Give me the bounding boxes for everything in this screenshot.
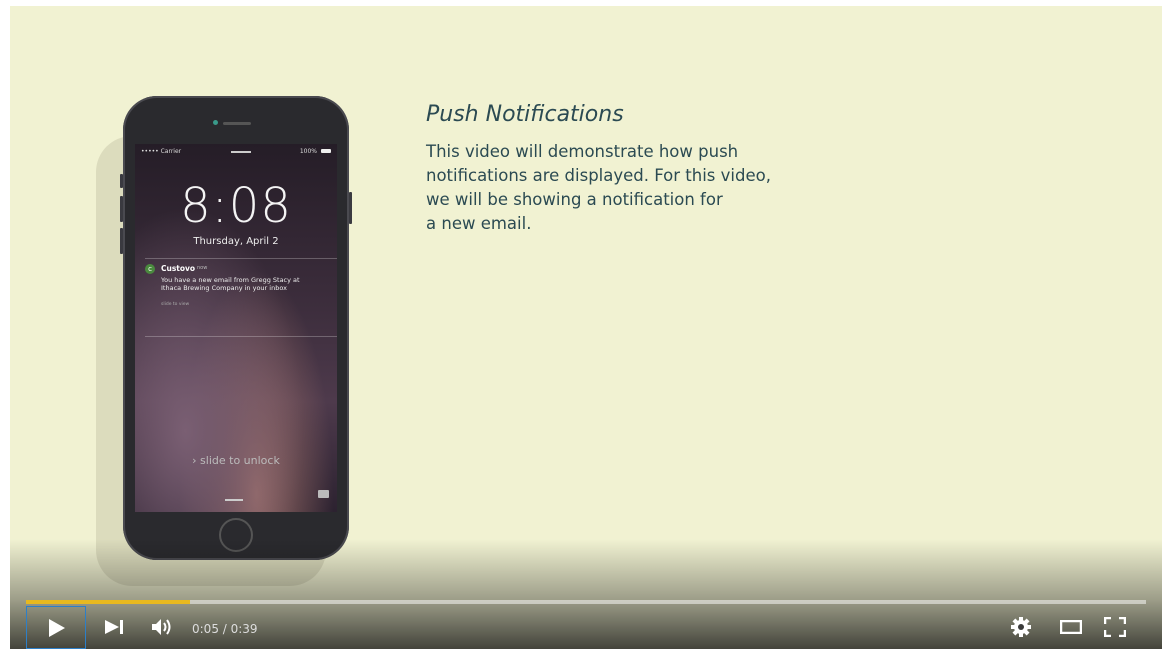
lock-date: Thursday, April 2 [193, 236, 279, 247]
progress-played [26, 600, 190, 604]
battery-label: 100% [299, 148, 317, 155]
notification-body: You have a new email from Gregg Stacy at… [161, 276, 300, 292]
slide-body: This video will demonstrate how push not… [426, 142, 771, 233]
phone-side-button [349, 192, 352, 224]
lock-screen: ••••• Carrier 100% 8:08 Thursday, April … [135, 144, 337, 512]
phone-side-button [120, 196, 123, 222]
divider [145, 336, 337, 337]
phone-speaker [223, 122, 251, 125]
notification-hint: slide to view [161, 302, 190, 307]
status-bar: ••••• Carrier 100% [141, 148, 331, 158]
slide-to-unlock: › slide to unlock [192, 454, 280, 467]
settings-icon [1011, 617, 1031, 637]
status-dash [231, 151, 251, 153]
settings-button[interactable] [1010, 616, 1032, 638]
fullscreen-icon [1104, 617, 1126, 637]
volume-button[interactable] [150, 617, 174, 637]
camera-icon [318, 490, 329, 498]
slide-title: Push Notifications [426, 102, 624, 127]
play-button[interactable] [26, 606, 86, 649]
lock-time: 8:08 [180, 178, 292, 234]
next-icon [105, 620, 123, 634]
app-icon: c [145, 264, 155, 274]
video-player[interactable]: ••••• Carrier 100% 8:08 Thursday, April … [10, 6, 1162, 649]
volume-icon [152, 619, 171, 635]
battery-icon [321, 149, 331, 153]
notification-time: now [197, 265, 208, 271]
play-icon [49, 618, 65, 637]
phone-illustration: ••••• Carrier 100% 8:08 Thursday, April … [120, 96, 352, 560]
carrier-label: ••••• Carrier [141, 148, 182, 155]
control-center-grabber [225, 499, 243, 501]
phone-side-button [120, 228, 123, 254]
fullscreen-button[interactable] [1104, 617, 1126, 637]
phone-side-button [120, 174, 123, 188]
notification-app: Custovo [161, 264, 196, 273]
front-camera [213, 120, 218, 125]
divider [145, 258, 337, 259]
next-button[interactable] [104, 619, 126, 635]
control-bar: 0:05 / 0:39 [10, 606, 1162, 649]
progress-bar[interactable] [26, 600, 1146, 604]
time-display: 0:05 / 0:39 [192, 622, 258, 636]
theater-mode-icon [1060, 620, 1082, 634]
theater-mode-button[interactable] [1060, 620, 1082, 634]
